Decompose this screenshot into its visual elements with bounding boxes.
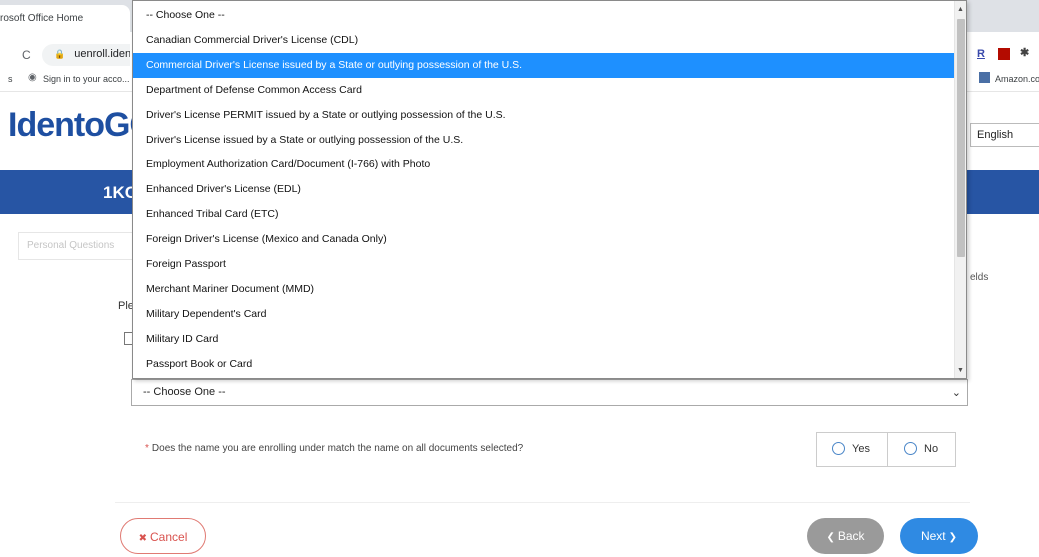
yes-option[interactable]: Yes bbox=[832, 433, 870, 466]
page: rosoft Office Home C 🔒 uenroll.ident s ◉… bbox=[0, 0, 1039, 557]
cancel-label: Cancel bbox=[150, 530, 188, 544]
listbox-option[interactable]: Military ID Card bbox=[133, 327, 954, 352]
site-logo[interactable]: IdentoGO bbox=[8, 106, 133, 145]
listbox-option[interactable]: Employment Authorization Card/Document (… bbox=[133, 152, 954, 177]
scrollbar-thumb[interactable] bbox=[957, 19, 965, 257]
listbox-option[interactable]: Driver's License PERMIT issued by a Stat… bbox=[133, 103, 954, 128]
next-button[interactable]: Next ❯ bbox=[900, 518, 978, 554]
footer-divider bbox=[115, 502, 970, 503]
language-select[interactable]: English bbox=[970, 123, 1039, 147]
chevron-down-icon: ⌄ bbox=[951, 387, 961, 399]
listbox-option[interactable]: Commercial Driver's License issued by a … bbox=[133, 52, 954, 78]
close-icon: ✖ bbox=[138, 533, 148, 544]
chevron-left-icon: ❮ bbox=[826, 532, 835, 543]
banner-title: 1KC bbox=[103, 183, 133, 202]
listbox-option[interactable]: Foreign Passport bbox=[133, 252, 954, 277]
document-type-listbox[interactable]: -- Choose One -- Canadian Commercial Driv… bbox=[132, 0, 967, 379]
name-match-radio-group: Yes No bbox=[816, 432, 956, 467]
document-type-select[interactable]: -- Choose One -- ⌄ bbox=[131, 379, 968, 406]
puzzle-icon[interactable]: ✱ bbox=[1020, 46, 1029, 59]
listbox-option[interactable]: Foreign Driver's License (Mexico and Can… bbox=[133, 227, 954, 252]
yes-label: Yes bbox=[852, 443, 870, 455]
reload-icon[interactable]: C bbox=[22, 48, 31, 62]
extension-r-icon[interactable]: R bbox=[977, 48, 985, 60]
browser-tab[interactable]: rosoft Office Home bbox=[0, 5, 130, 32]
required-fields-note: elds bbox=[970, 272, 989, 283]
listbox-option[interactable]: Canadian Commercial Driver's License (CD… bbox=[133, 28, 954, 53]
radio-no[interactable] bbox=[904, 441, 917, 455]
no-label: No bbox=[924, 443, 939, 455]
scroll-up-icon[interactable]: ▲ bbox=[957, 6, 964, 13]
listbox-option[interactable]: Enhanced Tribal Card (ETC) bbox=[133, 202, 954, 227]
lock-icon: 🔒 bbox=[54, 49, 66, 59]
next-label: Next bbox=[920, 529, 946, 543]
required-marker: * bbox=[145, 443, 149, 454]
listbox-option[interactable]: -- Choose One -- bbox=[133, 3, 954, 28]
listbox-option[interactable]: Department of Defense Common Access Card bbox=[133, 78, 954, 103]
radio-divider bbox=[887, 433, 888, 466]
listbox-option[interactable]: Passport Book or Card bbox=[133, 352, 954, 377]
listbox-scrollbar[interactable]: ▲ ▼ bbox=[954, 1, 966, 378]
back-label: Back bbox=[837, 529, 865, 543]
cancel-button[interactable]: ✖ Cancel bbox=[120, 518, 206, 554]
tab-title: rosoft Office Home bbox=[0, 13, 84, 24]
extension-area: R ✱ bbox=[972, 40, 1039, 90]
radio-yes[interactable] bbox=[832, 441, 845, 455]
listbox-option[interactable]: Merchant Mariner Document (MMD) bbox=[133, 277, 954, 302]
chevron-right-icon: ❯ bbox=[948, 532, 958, 543]
bookmark-item[interactable]: s bbox=[8, 74, 13, 84]
listbox-option[interactable]: Military Dependent's Card bbox=[133, 302, 954, 327]
bookmark-sign-in[interactable]: Sign in to your acco... bbox=[43, 74, 130, 84]
question-text: Does the name you are enrolling under ma… bbox=[151, 443, 524, 454]
url-text: uenroll.ident bbox=[74, 48, 130, 60]
scroll-down-icon[interactable]: ▼ bbox=[957, 367, 964, 374]
listbox-option[interactable]: Enhanced Driver's License (EDL) bbox=[133, 177, 954, 202]
step-tab-personal-questions[interactable]: Personal Questions bbox=[18, 232, 133, 260]
back-button[interactable]: ❮ Back bbox=[807, 518, 884, 554]
listbox-option[interactable]: Driver's License issued by a State or ou… bbox=[133, 128, 954, 153]
no-option[interactable]: No bbox=[904, 433, 938, 466]
document-type-select-value: -- Choose One -- bbox=[143, 386, 226, 398]
name-match-question: * Does the name you are enrolling under m… bbox=[145, 443, 523, 454]
pdf-extension-icon[interactable] bbox=[998, 48, 1010, 60]
globe-icon: ◉ bbox=[28, 72, 37, 83]
address-bar[interactable]: 🔒 uenroll.ident bbox=[42, 44, 130, 66]
